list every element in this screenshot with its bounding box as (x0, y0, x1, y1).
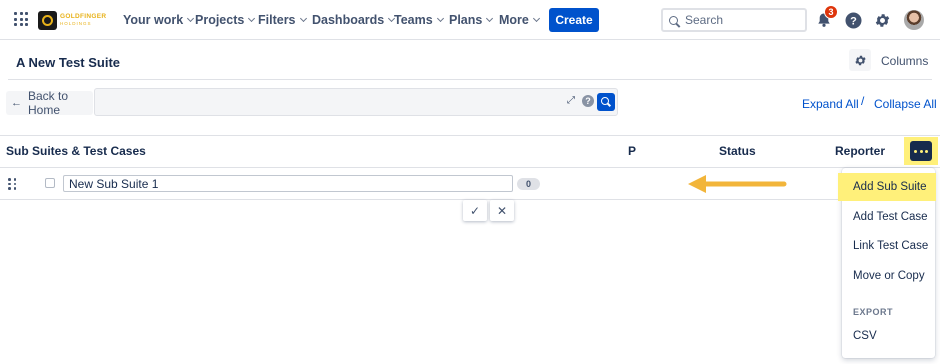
back-to-home-label: Back to Home (28, 89, 69, 117)
chevron-down-icon (248, 14, 256, 23)
menu-item-move-or-copy[interactable]: Move or Copy (842, 262, 935, 290)
expand-all-link[interactable]: Expand All (802, 97, 859, 111)
nav-your-work[interactable]: Your work (123, 13, 195, 27)
search-icon (669, 15, 678, 25)
filter-input[interactable] (101, 94, 561, 110)
column-header-suites: Sub Suites & Test Cases (6, 144, 146, 158)
notification-count-badge: 3 (824, 5, 838, 19)
search-icon (601, 97, 609, 105)
logo-subtext: HOLDINGS (60, 20, 92, 26)
divider (8, 79, 932, 80)
nav-projects[interactable]: Projects (195, 13, 256, 27)
link-separator: / (861, 94, 865, 108)
chevron-down-icon (486, 14, 494, 23)
collapse-all-link[interactable]: Collapse All (874, 97, 937, 111)
test-case-count-badge: 0 (517, 178, 540, 190)
page-title: A New Test Suite (16, 55, 121, 70)
logo-text: GOLDFINGER (60, 13, 107, 20)
menu-section-export: EXPORT (853, 307, 894, 317)
menu-item-add-sub-suite[interactable]: Add Sub Suite (838, 173, 936, 201)
divider (0, 135, 940, 136)
nav-teams[interactable]: Teams (394, 13, 444, 27)
nav-plans[interactable]: Plans (449, 13, 494, 27)
divider (0, 167, 940, 168)
help-button[interactable]: ? (843, 10, 863, 30)
logo-mark-icon (38, 10, 57, 30)
nav-filters[interactable]: Filters (258, 13, 307, 27)
back-to-home-button[interactable]: ← Back to Home (6, 89, 93, 117)
help-icon[interactable]: ? (582, 95, 594, 107)
global-search[interactable] (661, 8, 807, 32)
gear-icon (875, 13, 889, 27)
more-actions-menu: Add Sub Suite Add Test Case Link Test Ca… (838, 168, 936, 358)
drag-handle-icon[interactable] (8, 178, 16, 190)
filter-search-box (94, 88, 618, 116)
menu-item-csv[interactable]: CSV (842, 322, 935, 350)
user-avatar[interactable] (904, 10, 924, 30)
nav-more[interactable]: More (499, 13, 540, 27)
row-checkbox[interactable] (45, 178, 55, 188)
search-input[interactable] (685, 13, 795, 27)
divider (0, 199, 840, 200)
column-header-reporter[interactable]: Reporter (835, 144, 885, 158)
chevron-down-icon (187, 14, 195, 23)
more-actions-button[interactable] (910, 141, 932, 161)
gear-icon (854, 55, 866, 65)
chevron-down-icon (299, 14, 307, 23)
chevron-down-icon (436, 14, 444, 23)
expand-icon[interactable]: ⤢ (567, 95, 575, 106)
settings-button[interactable] (872, 10, 892, 30)
columns-button[interactable]: Columns (881, 54, 928, 68)
column-header-priority[interactable]: P (628, 144, 636, 158)
annotation-arrow-icon (688, 175, 787, 193)
column-header-status[interactable]: Status (719, 144, 756, 158)
help-icon: ? (845, 12, 861, 28)
menu-item-add-test-case[interactable]: Add Test Case (842, 203, 935, 231)
search-submit-button[interactable] (597, 93, 615, 111)
arrow-left-icon: ← (11, 97, 22, 109)
nav-dashboards[interactable]: Dashboards (312, 13, 396, 27)
company-logo[interactable]: GOLDFINGER HOLDINGS (38, 10, 110, 30)
more-actions-highlight (904, 137, 938, 165)
create-button[interactable]: Create (549, 8, 599, 32)
chevron-down-icon (532, 14, 540, 23)
menu-item-link-test-case[interactable]: Link Test Case (842, 232, 935, 260)
cancel-button[interactable]: ✕ (490, 200, 514, 221)
sub-suite-name-input[interactable] (63, 175, 513, 192)
confirm-button[interactable]: ✓ (463, 200, 487, 221)
svg-text:?: ? (850, 15, 857, 27)
columns-settings-button[interactable] (849, 49, 871, 71)
app-switcher-icon[interactable] (14, 12, 28, 26)
top-navigation: GOLDFINGER HOLDINGS Your work Projects F… (0, 0, 940, 40)
